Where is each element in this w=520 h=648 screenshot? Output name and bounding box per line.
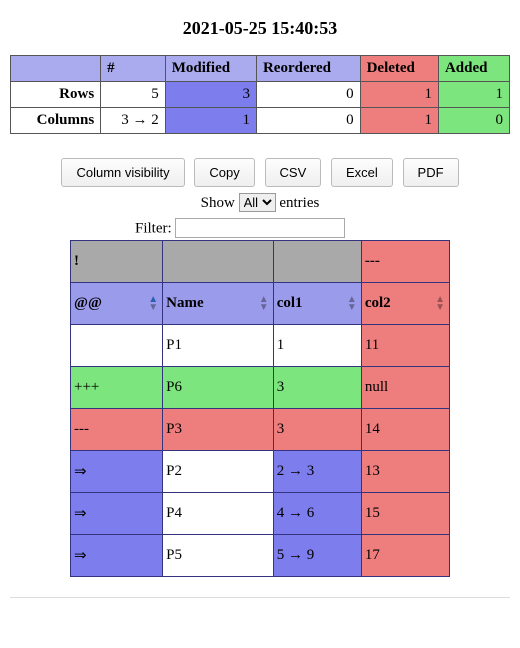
diff-cell: P6 [163, 367, 274, 409]
summary-header-count: # [101, 56, 166, 82]
diff-cell: 1 [273, 325, 361, 367]
diff-cell-op: ⇒ [71, 535, 163, 577]
footer-divider [10, 597, 510, 598]
diff-col-col1[interactable]: col1 ▲▼ [273, 283, 361, 325]
summary-cols-added: 0 [438, 108, 509, 134]
diff-col-col2[interactable]: col2 ▲▼ [361, 283, 449, 325]
diff-group-1 [163, 241, 274, 283]
summary-row-columns: Columns 3 → 2 1 0 1 0 [11, 108, 510, 134]
summary-table: # Modified Reordered Deleted Added Rows … [10, 55, 510, 134]
length-select[interactable]: All [239, 193, 276, 212]
summary-header-modified: Modified [165, 56, 256, 82]
diff-cell-op [71, 325, 163, 367]
diff-col-col1-label: col1 [277, 295, 303, 311]
diff-cell: 13 [361, 451, 449, 493]
diff-cell: P2 [163, 451, 274, 493]
copy-button[interactable]: Copy [194, 158, 254, 187]
page-title: 2021-05-25 15:40:53 [10, 18, 510, 39]
diff-cell: 11 [361, 325, 449, 367]
diff-col-name-label: Name [166, 295, 204, 311]
diff-cell: 15 [361, 493, 449, 535]
diff-group-op: ! [71, 241, 163, 283]
summary-header-deleted: Deleted [360, 56, 438, 82]
summary-rows-modified: 3 [165, 82, 256, 108]
diff-cell: P4 [163, 493, 274, 535]
table-row: P1111 [71, 325, 450, 367]
diff-cell: 17 [361, 535, 449, 577]
pdf-button[interactable]: PDF [403, 158, 459, 187]
table-row: +++P63null [71, 367, 450, 409]
diff-group-row: ! --- [71, 241, 450, 283]
summary-rows-deleted: 1 [360, 82, 438, 108]
filter-input[interactable] [175, 218, 345, 238]
summary-rowlabel-rows: Rows [11, 82, 101, 108]
summary-rows-count: 5 [101, 82, 166, 108]
diff-cell: 3 [273, 367, 361, 409]
diff-cell-op: ⇒ [71, 493, 163, 535]
filter-label: Filter: [135, 221, 172, 237]
summary-cols-deleted: 1 [360, 108, 438, 134]
summary-header-blank [11, 56, 101, 82]
excel-button[interactable]: Excel [331, 158, 393, 187]
summary-cols-reordered: 0 [256, 108, 360, 134]
diff-cell: 2 → 3 [273, 451, 361, 493]
filter-control: Filter: [135, 218, 510, 238]
summary-cols-modified: 1 [165, 108, 256, 134]
summary-row-rows: Rows 5 3 0 1 1 [11, 82, 510, 108]
diff-cell: 4 → 6 [273, 493, 361, 535]
table-row: ⇒P22 → 313 [71, 451, 450, 493]
sort-icon: ▲▼ [259, 296, 269, 312]
sort-icon: ▲▼ [148, 296, 158, 312]
table-row: ⇒P44 → 615 [71, 493, 450, 535]
diff-group-2 [273, 241, 361, 283]
diff-cell: P1 [163, 325, 274, 367]
length-prefix: Show [201, 195, 235, 211]
diff-cell: P5 [163, 535, 274, 577]
diff-cell: P3 [163, 409, 274, 451]
diff-group-3: --- [361, 241, 449, 283]
diff-cell-op: ⇒ [71, 451, 163, 493]
diff-col-name[interactable]: Name ▲▼ [163, 283, 274, 325]
diff-col-op[interactable]: @@ ▲▼ [71, 283, 163, 325]
sort-icon: ▲▼ [435, 296, 445, 312]
summary-rows-reordered: 0 [256, 82, 360, 108]
diff-cell: 5 → 9 [273, 535, 361, 577]
csv-button[interactable]: CSV [265, 158, 322, 187]
toolbar: Column visibility Copy CSV Excel PDF [10, 158, 510, 187]
diff-col-op-label: @@ [74, 295, 102, 311]
length-suffix: entries [279, 195, 319, 211]
diff-cell: null [361, 367, 449, 409]
diff-cell: 3 [273, 409, 361, 451]
diff-cell: 14 [361, 409, 449, 451]
diff-col-col2-label: col2 [365, 295, 391, 311]
table-row: ---P3314 [71, 409, 450, 451]
sort-icon: ▲▼ [347, 296, 357, 312]
summary-header-reordered: Reordered [256, 56, 360, 82]
diff-table: ! --- @@ ▲▼ Name ▲▼ col1 ▲▼ col2 ▲▼ P [70, 240, 450, 577]
length-control: Show All entries [10, 193, 510, 212]
summary-cols-count: 3 → 2 [101, 108, 166, 134]
table-row: ⇒P55 → 917 [71, 535, 450, 577]
diff-columns-row: @@ ▲▼ Name ▲▼ col1 ▲▼ col2 ▲▼ [71, 283, 450, 325]
colvis-button[interactable]: Column visibility [61, 158, 184, 187]
summary-rowlabel-columns: Columns [11, 108, 101, 134]
diff-cell-op: --- [71, 409, 163, 451]
diff-cell-op: +++ [71, 367, 163, 409]
summary-rows-added: 1 [438, 82, 509, 108]
summary-header-added: Added [438, 56, 509, 82]
